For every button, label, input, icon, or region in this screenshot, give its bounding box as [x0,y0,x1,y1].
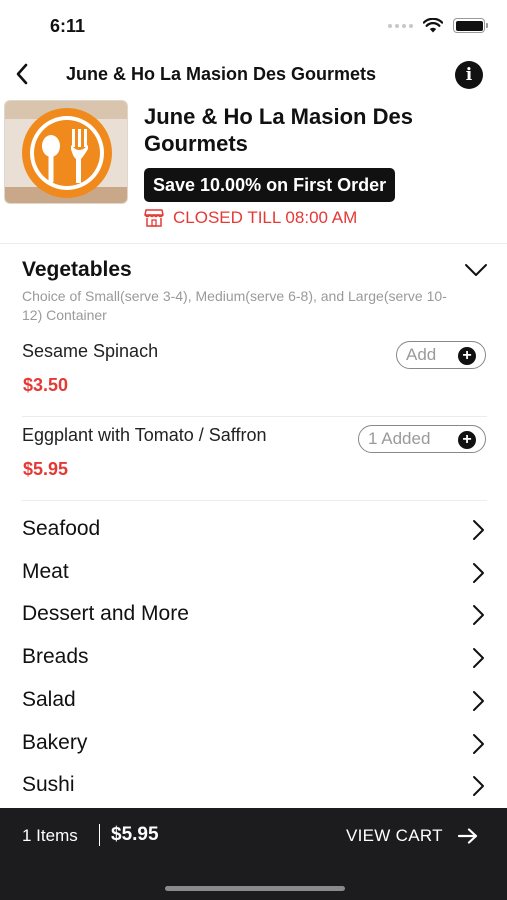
chevron-left-icon [16,63,28,85]
status-icons [388,18,488,33]
category-label: Meat [22,560,69,583]
item-name: Eggplant with Tomato / Saffron [22,425,267,445]
divider [22,416,487,417]
nav-bar: June & Ho La Masion Des Gourmets i [0,52,507,96]
view-cart-label: VIEW CART [346,826,443,845]
status-time: 6:11 [50,16,86,36]
category-row[interactable]: Breads [0,637,507,679]
category-label: Seafood [22,517,101,540]
restaurant-header: June & Ho La Masion Des Gourmets Save 10… [0,98,507,244]
store-status-text: CLOSED TILL 08:00 AM [173,208,358,227]
category-row[interactable]: Sushi [0,765,507,807]
add-button-label: Add [406,345,437,364]
store-status: CLOSED TILL 08:00 AM [144,208,357,228]
info-icon: i [465,65,473,85]
category-row[interactable]: Bakery [0,723,507,765]
chevron-down-icon[interactable] [464,263,488,277]
status-bar: 6:11 [0,0,507,50]
store-icon [144,209,164,227]
nav-title: June & Ho La Masion Des Gourmets [66,64,377,84]
signal-icon [388,23,413,28]
home-indicator [165,886,345,891]
added-button[interactable]: 1 Added + [358,425,486,453]
add-button[interactable]: Add + [396,341,486,369]
item-price: $3.50 [23,375,69,395]
category-description: Choice of Small(serve 3-4), Medium(serve… [22,288,447,323]
category-label: Breads [22,645,89,668]
restaurant-name: June & Ho La Masion Des Gourmets [144,104,413,156]
chevron-right-icon [473,776,484,796]
chevron-right-icon [473,691,484,711]
restaurant-logo-icon [5,101,127,203]
wifi-icon [423,18,443,33]
battery-icon [453,18,488,33]
info-button[interactable]: i [455,61,483,89]
cart-item-count: 1 Items [22,826,78,845]
category-label: Dessert and More [22,602,189,625]
back-button[interactable] [8,60,36,88]
menu-item: Eggplant with Tomato / Saffron $5.95 1 A… [22,424,487,484]
item-price: $5.95 [23,459,69,479]
chevron-right-icon [473,648,484,668]
added-button-label: 1 Added [368,429,431,448]
category-label: Salad [22,688,76,711]
chevron-right-icon [473,520,484,540]
view-cart-button[interactable]: VIEW CART [346,826,479,846]
item-name: Sesame Spinach [22,341,159,361]
category-label: Bakery [22,731,88,754]
divider [22,500,487,501]
plus-circle-icon: + [458,431,476,449]
cart-total: $5.95 [111,824,159,845]
category-row[interactable]: Salad [0,680,507,722]
cart-separator [99,824,100,846]
arrow-right-icon [457,828,477,844]
category-row[interactable]: Dessert and More [0,594,507,636]
category-row[interactable]: Seafood [0,509,507,551]
chevron-right-icon [473,734,484,754]
cart-bar[interactable]: 1 Items $5.95 VIEW CART [0,808,507,900]
category-label: Sushi [22,773,75,796]
menu-item: Sesame Spinach $3.50 Add + [22,340,487,400]
chevron-right-icon [473,605,484,625]
category-title[interactable]: Vegetables [22,258,132,282]
plus-circle-icon: + [458,347,476,365]
category-row[interactable]: Meat [0,552,507,594]
restaurant-logo [4,100,128,204]
promo-badge: Save 10.00% on First Order [144,168,396,202]
chevron-right-icon [473,563,484,583]
